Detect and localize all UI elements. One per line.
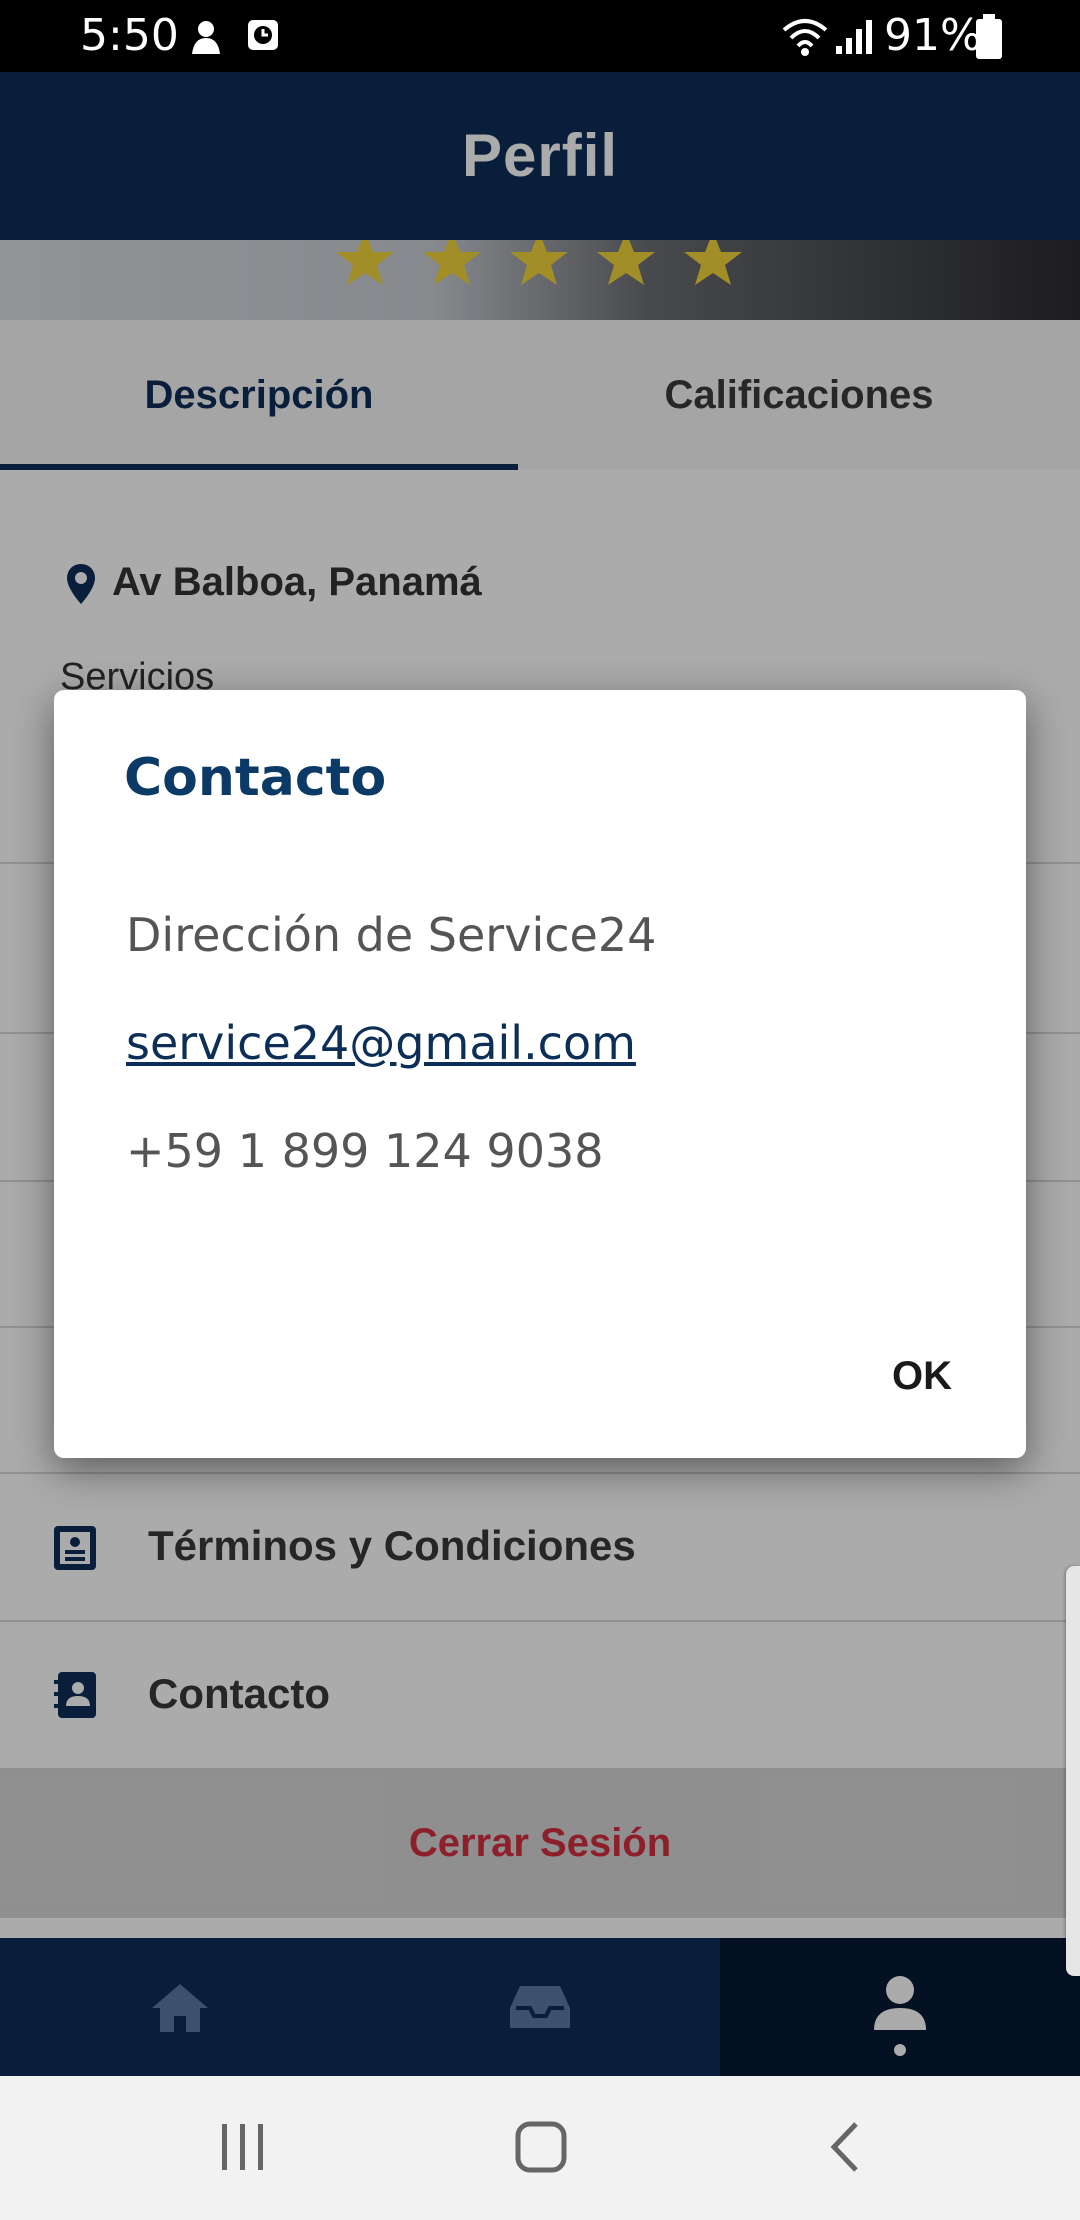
alarm-icon [248,20,278,50]
home-system-icon[interactable] [514,2120,568,2174]
dialog-address: Dirección de Service24 [126,908,657,962]
battery-percentage: 91% [884,10,982,61]
back-icon[interactable] [826,2120,866,2174]
wifi-icon [782,19,828,56]
recent-apps-icon[interactable] [218,2120,268,2174]
dialog-title: Contacto [124,748,387,808]
status-bar: 5:50 91% [0,0,1080,72]
status-time: 5:50 [80,10,179,61]
battery-icon [976,14,1002,59]
dialog-phone[interactable]: +59 1 899 124 9038 [126,1124,604,1178]
scroll-handle[interactable] [1066,1566,1080,1976]
system-navigation-bar [0,2076,1080,2220]
notification-icon [192,21,220,54]
dialog-email-link[interactable]: service24@gmail.com [126,1016,636,1070]
signal-icon [836,20,872,54]
contact-dialog: Contacto Dirección de Service24 service2… [54,690,1026,1458]
ok-button[interactable]: OK [862,1346,982,1406]
